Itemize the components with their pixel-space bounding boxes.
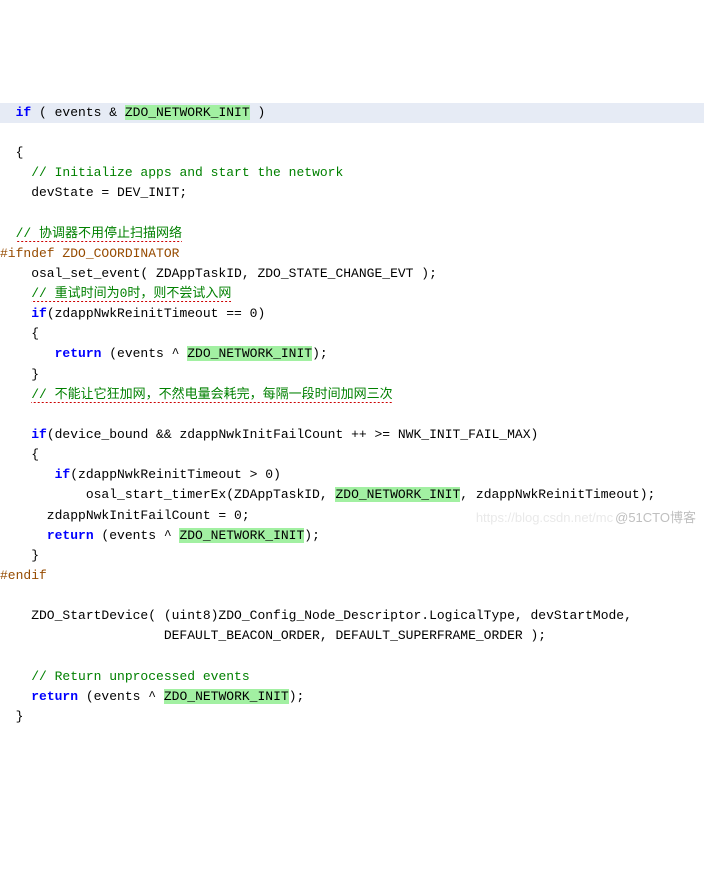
comment-cn: // 重试时间为0时，则不尝试入网 xyxy=(31,286,231,302)
watermark: https://blog.csdn.net/mc@51CTO博客 xyxy=(476,508,696,528)
comment: // Initialize apps and start the network xyxy=(31,165,343,180)
code-line: } xyxy=(0,709,23,724)
txt: ); xyxy=(312,346,328,361)
comment-cn: // 协调器不用停止扫描网络 xyxy=(16,226,182,242)
code-line: { xyxy=(0,326,39,341)
txt: (events ^ xyxy=(78,689,164,704)
hl-const: ZDO_NETWORK_INIT xyxy=(164,689,289,704)
code-line-highlighted: if ( events & ZDO_NETWORK_INIT ) xyxy=(0,103,704,123)
txt: ); xyxy=(304,528,320,543)
txt: zdappNwkInitFailCount = xyxy=(0,508,234,523)
code-line: { xyxy=(0,145,23,160)
kw-return: return xyxy=(31,689,78,704)
num: 0 xyxy=(265,467,273,482)
code-line: ZDO_StartDevice( (uint8)ZDO_Config_Node_… xyxy=(0,608,632,623)
code-block: if ( events & ZDO_NETWORK_INIT ) { // In… xyxy=(0,81,704,734)
hl-const: ZDO_NETWORK_INIT xyxy=(335,487,460,502)
txt: (device_bound && zdappNwkInitFailCount +… xyxy=(47,427,538,442)
txt: , zdappNwkReinitTimeout); xyxy=(460,487,655,502)
txt: ) xyxy=(273,467,281,482)
code-line: } xyxy=(0,367,39,382)
kw-return: return xyxy=(55,346,102,361)
txt: osal_start_timerEx(ZDAppTaskID, xyxy=(0,487,335,502)
hl-const: ZDO_NETWORK_INIT xyxy=(187,346,312,361)
hl-const: ZDO_NETWORK_INIT xyxy=(179,528,304,543)
hl-const: ZDO_NETWORK_INIT xyxy=(125,105,250,120)
txt: (events ^ xyxy=(101,346,187,361)
preprocessor: #ifndef ZDO_COORDINATOR xyxy=(0,246,179,261)
txt: ) xyxy=(250,105,266,120)
code-line: osal_set_event( ZDAppTaskID, ZDO_STATE_C… xyxy=(0,266,437,281)
comment-cn: // 不能让它狂加网，不然电量会耗完，每隔一段时间加网三次 xyxy=(31,387,392,403)
kw-if: if xyxy=(16,105,32,120)
kw-if: if xyxy=(31,427,47,442)
txt: (events ^ xyxy=(94,528,180,543)
code-line: } xyxy=(0,548,39,563)
watermark-dark: @51CTO博客 xyxy=(615,510,696,525)
txt: ( events & xyxy=(31,105,125,120)
txt: (zdappNwkReinitTimeout == xyxy=(47,306,250,321)
watermark-light: https://blog.csdn.net/mc xyxy=(476,510,613,525)
txt: ; xyxy=(242,508,250,523)
kw-if: if xyxy=(31,306,47,321)
txt: (zdappNwkReinitTimeout > xyxy=(70,467,265,482)
txt: ); xyxy=(289,689,305,704)
num: 0 xyxy=(234,508,242,523)
comment: // Return unprocessed events xyxy=(31,669,249,684)
kw-return: return xyxy=(47,528,94,543)
kw-if: if xyxy=(55,467,71,482)
code-line: devState = DEV_INIT; xyxy=(0,185,187,200)
code-line: DEFAULT_BEACON_ORDER, DEFAULT_SUPERFRAME… xyxy=(0,628,546,643)
preprocessor: #endif xyxy=(0,568,47,583)
txt: ) xyxy=(257,306,265,321)
code-line: { xyxy=(0,447,39,462)
